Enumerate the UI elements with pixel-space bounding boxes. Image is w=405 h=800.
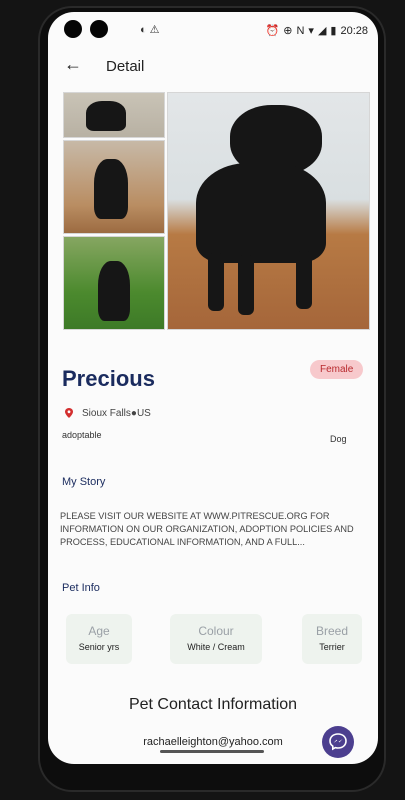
wifi-icon: ▾ xyxy=(308,25,314,37)
info-card-age: Age Senior yrs xyxy=(66,614,132,664)
camera-punch-hole xyxy=(64,20,82,38)
dog-silhouette xyxy=(94,159,128,219)
pet-location: Sioux Falls●US xyxy=(82,408,151,419)
info-card-value: Terrier xyxy=(319,642,345,652)
location-pin-icon xyxy=(65,408,73,418)
notification-icons: ◐⚠ xyxy=(140,24,163,36)
story-heading: My Story xyxy=(62,476,106,488)
page-title: Detail xyxy=(106,58,145,75)
pet-photo-main[interactable] xyxy=(167,92,370,330)
alarm-icon: ⏰ xyxy=(265,25,280,37)
info-card-value: Senior yrs xyxy=(78,642,120,652)
pet-name: Precious xyxy=(62,366,155,391)
pet-photo-thumbnail[interactable] xyxy=(63,140,165,234)
dog-leg xyxy=(208,253,224,311)
chat-button[interactable] xyxy=(322,726,354,758)
clock: 20:28 xyxy=(340,24,368,37)
info-card-label: Colour xyxy=(198,624,234,638)
app-bar: ← Detail xyxy=(48,50,378,82)
sync-icon: ⊕ xyxy=(283,25,293,37)
story-text: PLEASE VISIT OUR WEBSITE AT WWW.PITRESCU… xyxy=(60,511,354,547)
info-card-label: Breed xyxy=(315,624,349,638)
pet-info-cards: Age Senior yrs Colour White / Cream Bree… xyxy=(48,614,378,674)
dog-leg xyxy=(238,255,254,315)
contact-heading: Pet Contact Information xyxy=(128,696,298,713)
pet-photo-thumbnail[interactable] xyxy=(63,236,165,330)
dog-body xyxy=(196,163,326,263)
info-card-value: White / Cream xyxy=(187,642,245,652)
adoption-status: adoptable xyxy=(62,430,102,440)
info-card-breed: Breed Terrier xyxy=(302,614,362,664)
pet-info-heading: Pet Info xyxy=(62,582,100,594)
dog-silhouette xyxy=(98,261,130,321)
status-bar: ◐⚠ ⏰ ⊕ N ▾ ◢ ▮ 20:28 xyxy=(48,12,378,48)
photo-gallery xyxy=(63,92,370,330)
messenger-icon xyxy=(329,733,347,751)
dog-leg xyxy=(296,251,312,309)
info-card-colour: Colour White / Cream xyxy=(170,614,262,664)
gender-badge: Female xyxy=(310,360,364,379)
pet-photo-thumbnail[interactable] xyxy=(63,92,165,138)
status-icons: ⏰ ⊕ N ▾ ◢ ▮ 20:28 xyxy=(265,24,368,38)
gesture-navigation-bar[interactable] xyxy=(160,750,264,753)
info-card-label: Age xyxy=(88,624,110,638)
pet-type: Dog xyxy=(330,434,347,444)
camera-punch-hole xyxy=(90,20,108,38)
nfc-icon: N xyxy=(296,24,305,37)
battery-icon: ▮ xyxy=(330,25,337,37)
dog-silhouette xyxy=(86,101,126,131)
app-screen: ◐⚠ ⏰ ⊕ N ▾ ◢ ▮ 20:28 ← Detail Precious F… xyxy=(48,12,378,764)
back-arrow-icon[interactable]: ← xyxy=(64,54,82,75)
signal-icon: ◢ xyxy=(317,25,327,37)
